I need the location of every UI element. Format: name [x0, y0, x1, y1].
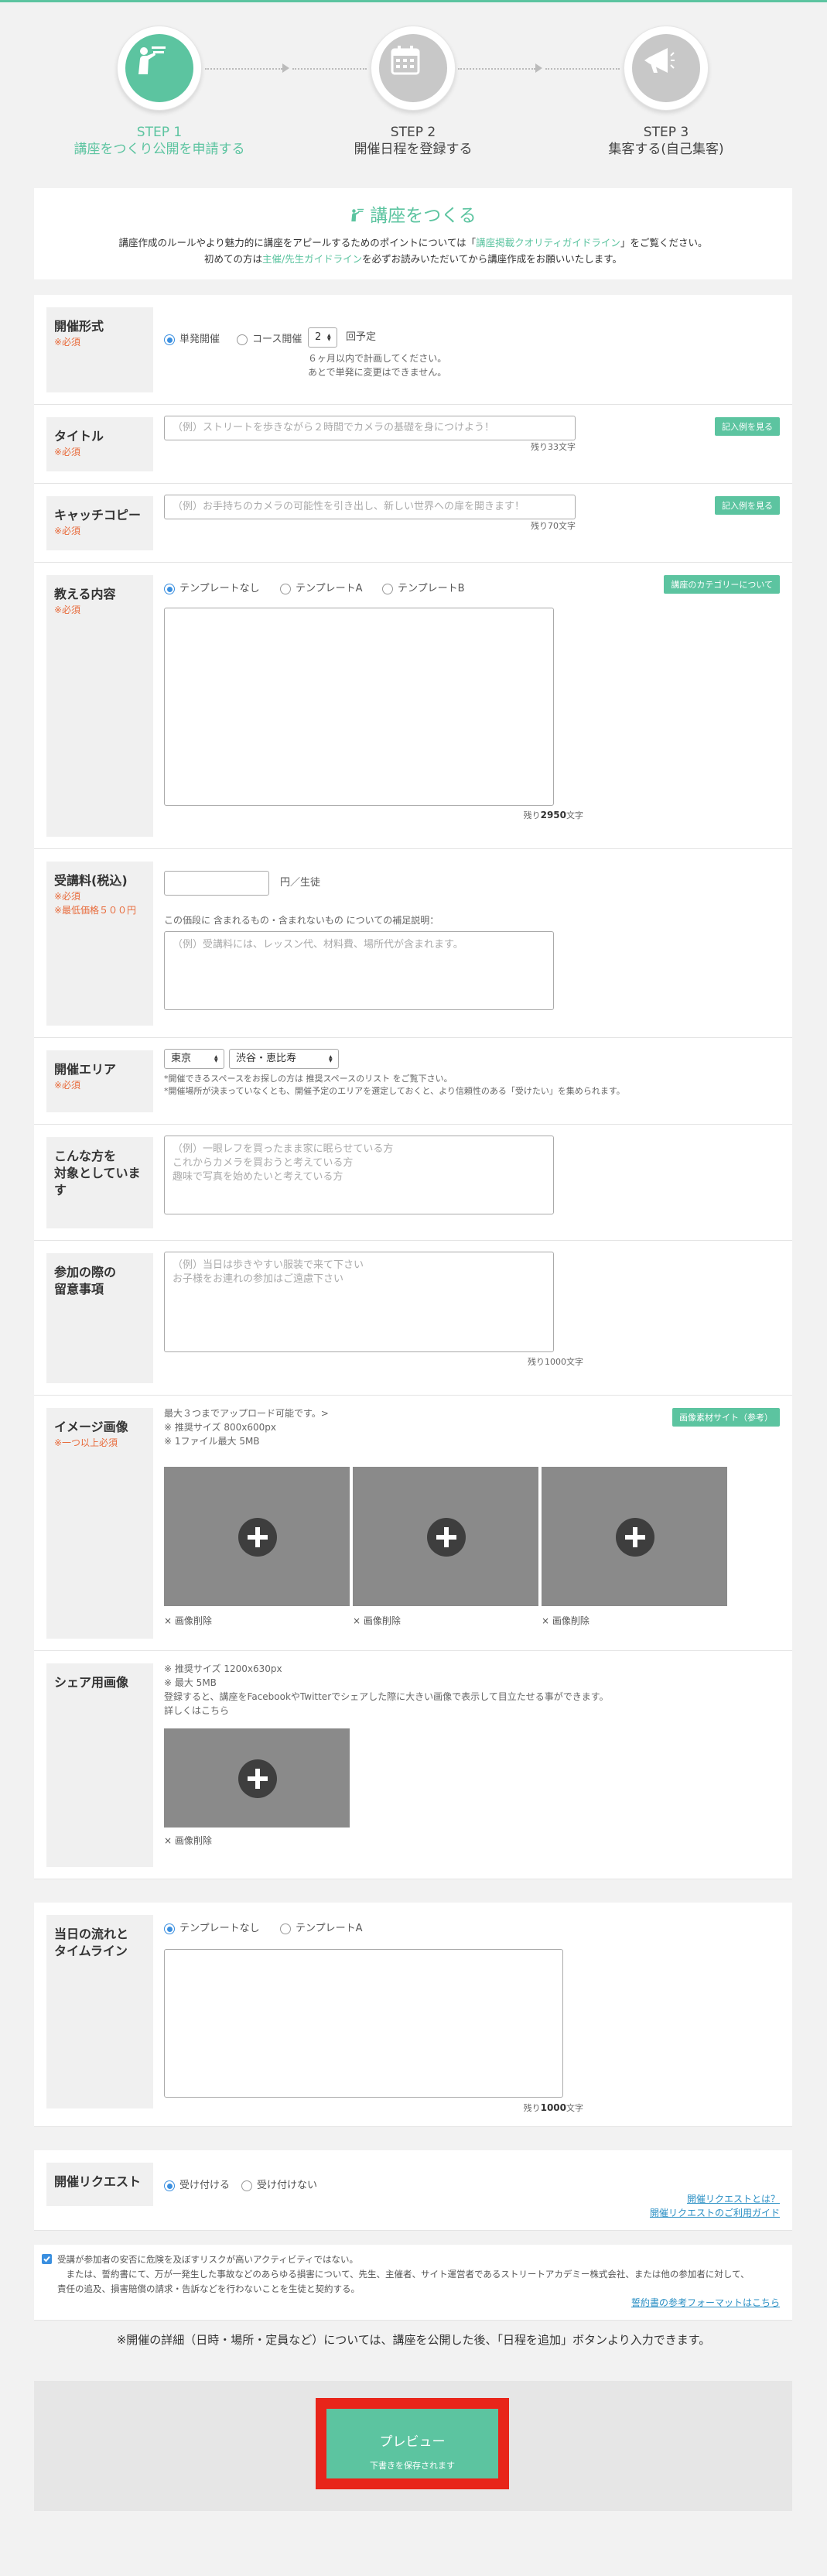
- fee-unit: 円／生徒: [280, 877, 321, 889]
- guideline-link[interactable]: 講座掲載クオリティガイドライン: [476, 237, 620, 248]
- target-textarea[interactable]: （例）一眼レフを買ったまま家に眠らせている方 これからカメラを買おうと考えている…: [164, 1136, 554, 1214]
- catch-row: キャッチコピー ※必須 （例）お手持ちのカメラの可能性を引き出し、新しい世界への扉…: [34, 484, 792, 563]
- request-reject-radio[interactable]: 受け付けない: [241, 2177, 317, 2191]
- timeline-template-a[interactable]: テンプレートA: [280, 1920, 363, 1934]
- fee-desc-label: この価段に 含まれるもの・含まれないもの についての補足説明：: [164, 915, 439, 926]
- catch-example-button[interactable]: 記入例を見る: [715, 496, 780, 515]
- content-template-a[interactable]: テンプレートA: [280, 580, 363, 594]
- plus-icon: [238, 1759, 277, 1798]
- calendar-icon: [391, 46, 420, 75]
- agreement-text: 受講が参加者の安否に危険を及ぼすリスクが高いアクティビティではない。 または、誓…: [57, 2254, 750, 2294]
- request-guide-link[interactable]: 開催リクエストのご利用ガイド: [650, 2206, 780, 2219]
- images-label: イメージ画像 ※一つ以上必須: [46, 1408, 153, 1639]
- count-suffix: 回予定: [346, 331, 377, 343]
- request-label: 開催リクエスト: [46, 2163, 153, 2206]
- teacher-icon: [138, 46, 166, 74]
- plus-icon: [238, 1518, 277, 1557]
- step1-circle: [117, 26, 202, 111]
- notes-row: 参加の際の 留意事項 （例）当日は歩きやすい服装で来て下さい お子様をお連れの参…: [34, 1241, 792, 1396]
- fee-label: 受講料(税込) ※必須 ※最低価格５００円: [46, 862, 153, 1026]
- share-info: ※ 推奨サイズ 1200x630px ※ 最大 5MB 登録すると、講座をFac…: [164, 1663, 609, 1716]
- title-input[interactable]: （例）ストリートを歩きながら２時間でカメラの基礎を身につけよう！: [164, 416, 576, 440]
- step-indicator: STEP 1 講座をつくり公開を申請する STEP 2 開催日程を登録する STEP…: [0, 2, 827, 180]
- catch-label: キャッチコピー ※必須: [46, 496, 153, 550]
- content-label: 教える内容 ※必須: [46, 575, 153, 837]
- plus-icon: [616, 1518, 654, 1557]
- fee-row: 受講料(税込) ※必須 ※最低価格５００円 円／生徒 この価段に 含まれるもの・含ま…: [34, 849, 792, 1038]
- check-icon: [43, 2256, 50, 2263]
- timeline-label: 当日の流れと タイムライン: [46, 1915, 153, 2108]
- content-template-b[interactable]: テンプレートB: [382, 580, 465, 594]
- area-note: *開催できるスペースをお探しの方は 推奨スペースのリスト をご覧下さい。 *開催場…: [164, 1074, 625, 1096]
- notes-textarea[interactable]: （例）当日は歩きやすい服装で来て下さい お子様をお連れの参加はご遠慮下さい: [164, 1252, 554, 1352]
- timeline-counter: 残り1000文字: [523, 2102, 583, 2113]
- share-image-upload[interactable]: [164, 1728, 350, 1828]
- preview-area: プレビュー 下書きを保存されます: [34, 2381, 792, 2511]
- category-info-button[interactable]: 講座のカテゴリーについて: [664, 575, 780, 594]
- title-counter: 残り33文字: [531, 442, 576, 452]
- image-material-button[interactable]: 画像素材サイト（参考）: [672, 1408, 780, 1427]
- image-upload-3[interactable]: [542, 1467, 727, 1606]
- area-label: 開催エリア ※必須: [46, 1050, 153, 1112]
- image-delete-2[interactable]: × 画像削除: [353, 1614, 401, 1627]
- step3-circle: [624, 26, 709, 111]
- image-delete-3[interactable]: × 画像削除: [542, 1614, 589, 1627]
- agreement-row: 受講が参加者の安否に危険を及ぼすリスクが高いアクティビティではない。 または、誓…: [34, 2245, 792, 2321]
- preview-button[interactable]: プレビュー 下書きを保存されます: [326, 2409, 498, 2478]
- title-label: タイトル ※必須: [46, 417, 153, 471]
- request-what-link[interactable]: 開催リクエストとは？: [687, 2192, 780, 2205]
- footer-note: ※開催の詳細（日時・場所・定員など）については、講座を公開した後、「日程を追加」…: [116, 2333, 711, 2347]
- step2-label: STEP 2 開催日程を登録する: [354, 125, 473, 157]
- intro-panel: 講座をつくる 講座作成のルールやより魅力的に講座をアピールするためのポイントにつ…: [34, 188, 792, 279]
- count-select[interactable]: 2: [308, 327, 337, 348]
- agreement-checkbox[interactable]: [42, 2254, 52, 2264]
- target-row: こんな方を 対象としています （例）一眼レフを買ったまま家に眠らせている方 これ…: [34, 1125, 792, 1241]
- prefecture-select[interactable]: 東京: [164, 1049, 224, 1069]
- images-info: 最大３つまでアップロード可能です。> ※ 推奨サイズ 800x600px ※ 1…: [164, 1408, 329, 1447]
- title-row: タイトル ※必須 （例）ストリートを歩きながら２時間でカメラの基礎を身につけよう！…: [34, 405, 792, 484]
- images-row: イメージ画像 ※一つ以上必須 最大３つまでアップロード可能です。> ※ 推奨サイズ…: [34, 1396, 792, 1651]
- notes-label: 参加の際の 留意事項: [46, 1253, 153, 1383]
- pledge-format-link[interactable]: 誓約書の参考フォーマットはこちら: [631, 2296, 780, 2309]
- preview-highlight: プレビュー 下書きを保存されます: [316, 2398, 509, 2489]
- fee-input[interactable]: [164, 871, 269, 896]
- catch-input[interactable]: （例）お手持ちのカメラの可能性を引き出し、新しい世界への扉を開きます！: [164, 495, 576, 519]
- step2-circle: [371, 26, 456, 111]
- format-note: ６ヶ月以内で計画してください。 あとで単発に変更はできません。: [308, 353, 447, 378]
- step1-label: STEP 1 講座をつくり公開を申請する: [73, 125, 245, 157]
- image-upload-1[interactable]: [164, 1467, 350, 1606]
- request-row: 開催リクエスト 受け付ける 受け付けない 開催リクエストとは？ 開催リクエストの…: [34, 2150, 792, 2231]
- city-select[interactable]: 渋谷・恵比寿: [229, 1049, 339, 1069]
- content-row: 教える内容 ※必須 テンプレートなし テンプレートA テンプレートB 講座のカテゴ…: [34, 563, 792, 849]
- notes-counter: 残り1000文字: [528, 1357, 583, 1367]
- share-label: シェア用画像: [46, 1663, 153, 1867]
- target-label: こんな方を 対象としています: [46, 1137, 153, 1228]
- intro-text: 講座作成のルールやより魅力的に講座をアピールするためのポイントについては「講座掲…: [118, 237, 708, 265]
- content-template-none[interactable]: テンプレートなし: [164, 580, 260, 594]
- image-delete-1[interactable]: × 画像削除: [164, 1614, 212, 1627]
- megaphone-icon: [644, 48, 675, 73]
- fee-desc-textarea[interactable]: （例）受講料には、レッスン代、材料費、場所代が含まれます。: [164, 931, 554, 1010]
- format-label: 開催形式 ※必須: [46, 307, 153, 392]
- plus-icon: [427, 1518, 466, 1557]
- share-row: シェア用画像 ※ 推奨サイズ 1200x630px ※ 最大 5MB 登録すると…: [34, 1651, 792, 1879]
- image-upload-2[interactable]: [353, 1467, 538, 1606]
- area-row: 開催エリア※必須 東京 渋谷・恵比寿 *開催できるスペースをお探しの方は 推奨ス…: [34, 1038, 792, 1125]
- title-example-button[interactable]: 記入例を見る: [715, 417, 780, 436]
- radio-course[interactable]: コース開催: [237, 331, 302, 345]
- teacher-icon: [351, 208, 364, 222]
- radio-single[interactable]: 単発開催: [164, 331, 220, 345]
- timeline-textarea[interactable]: [164, 1949, 563, 2098]
- host-guideline-link[interactable]: 主催/先生ガイドライン: [262, 253, 362, 265]
- content-counter: 残り2950文字: [523, 810, 583, 820]
- catch-counter: 残り70文字: [531, 521, 576, 531]
- step3-label: STEP 3 集客する(自己集客): [608, 125, 724, 157]
- timeline-template-none[interactable]: テンプレートなし: [164, 1920, 260, 1934]
- format-row: 開催形式※必須 単発開催 コース開催 2 回予定 ６ヶ月以内で計画してください。…: [34, 295, 792, 405]
- share-image-delete[interactable]: × 画像削除: [164, 1834, 212, 1847]
- request-accept-radio[interactable]: 受け付ける: [164, 2177, 230, 2191]
- page-title: 講座をつくる: [34, 200, 792, 227]
- timeline-row: 当日の流れと タイムライン テンプレートなし テンプレートA 残り1000文字: [34, 1903, 792, 2127]
- content-textarea[interactable]: [164, 608, 554, 806]
